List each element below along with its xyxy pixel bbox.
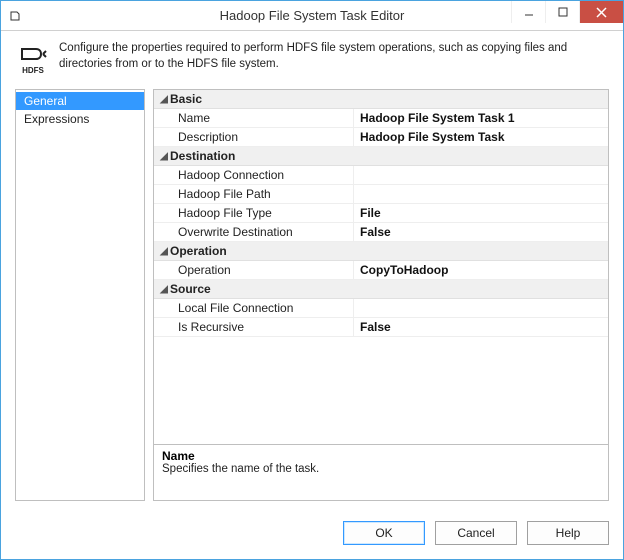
window-controls [511,1,623,23]
property-label: Hadoop File Path [154,185,354,203]
property-grid[interactable]: ◢BasicNameHadoop File System Task 1Descr… [153,89,609,445]
category-header-destination[interactable]: ◢Destination [154,147,608,166]
hdfs-icon-label: HDFS [22,66,44,75]
property-value[interactable] [354,299,608,317]
header-area: HDFS Configure the properties required t… [1,31,623,79]
property-label: Operation [154,261,354,279]
property-row[interactable]: Is RecursiveFalse [154,318,608,337]
header-description: Configure the properties required to per… [59,41,609,72]
nav-panel: GeneralExpressions [15,89,145,501]
hdfs-icon: HDFS [15,41,51,77]
cancel-button[interactable]: Cancel [435,521,517,545]
category-label: Destination [170,149,235,163]
property-value[interactable] [354,166,608,184]
category-label: Basic [170,92,202,106]
property-row[interactable]: Hadoop File Path [154,185,608,204]
property-label: Is Recursive [154,318,354,336]
collapse-icon[interactable]: ◢ [158,151,170,162]
description-title: Name [162,449,600,463]
maximize-button[interactable] [545,1,579,23]
collapse-icon[interactable]: ◢ [158,284,170,295]
description-panel: Name Specifies the name of the task. [153,445,609,501]
editor-window: Hadoop File System Task Editor HDFS Conf… [0,0,624,560]
property-label: Local File Connection [154,299,354,317]
property-row[interactable]: Hadoop Connection [154,166,608,185]
titlebar: Hadoop File System Task Editor [1,1,623,31]
property-value[interactable]: False [354,318,608,336]
category-label: Source [170,282,211,296]
property-row[interactable]: OperationCopyToHadoop [154,261,608,280]
property-value[interactable]: Hadoop File System Task 1 [354,109,608,127]
nav-item-general[interactable]: General [16,92,144,110]
body-area: GeneralExpressions ◢BasicNameHadoop File… [1,89,623,509]
collapse-icon[interactable]: ◢ [158,246,170,257]
right-column: ◢BasicNameHadoop File System Task 1Descr… [153,89,609,501]
category-header-operation[interactable]: ◢Operation [154,242,608,261]
category-header-basic[interactable]: ◢Basic [154,90,608,109]
help-button[interactable]: Help [527,521,609,545]
collapse-icon[interactable]: ◢ [158,94,170,105]
description-text: Specifies the name of the task. [162,463,600,475]
property-label: Description [154,128,354,146]
minimize-button[interactable] [511,1,545,23]
property-row[interactable]: Hadoop File TypeFile [154,204,608,223]
category-label: Operation [170,244,227,258]
property-label: Overwrite Destination [154,223,354,241]
property-label: Name [154,109,354,127]
property-row[interactable]: NameHadoop File System Task 1 [154,109,608,128]
property-value[interactable]: False [354,223,608,241]
property-row[interactable]: Local File Connection [154,299,608,318]
property-value[interactable] [354,185,608,203]
property-label: Hadoop Connection [154,166,354,184]
property-value[interactable]: Hadoop File System Task [354,128,608,146]
footer: OK Cancel Help [1,509,623,559]
close-button[interactable] [579,1,623,23]
property-value[interactable]: File [354,204,608,222]
property-value[interactable]: CopyToHadoop [354,261,608,279]
property-row[interactable]: DescriptionHadoop File System Task [154,128,608,147]
category-header-source[interactable]: ◢Source [154,280,608,299]
ok-button[interactable]: OK [343,521,425,545]
app-icon [7,7,25,25]
property-row[interactable]: Overwrite DestinationFalse [154,223,608,242]
nav-item-expressions[interactable]: Expressions [16,110,144,128]
property-label: Hadoop File Type [154,204,354,222]
